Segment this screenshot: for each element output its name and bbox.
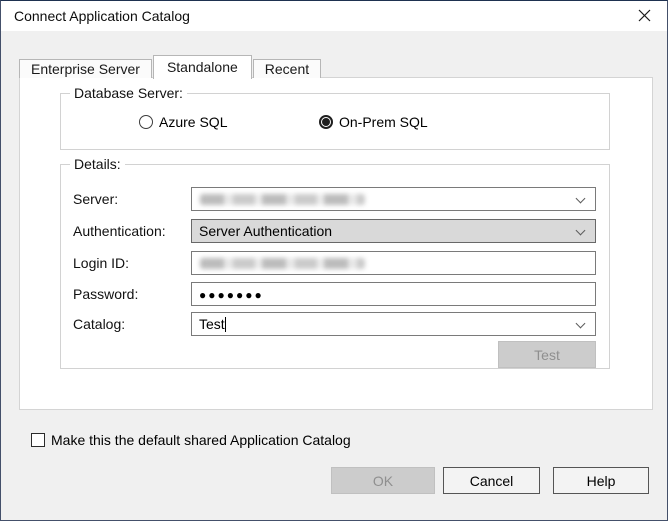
- authentication-chevron-down-icon[interactable]: [576, 226, 586, 236]
- password-masked-value: ●●●●●●●: [199, 288, 264, 302]
- dialog-title: Connect Application Catalog: [14, 1, 190, 31]
- authentication-dropdown[interactable]: Server Authentication: [191, 219, 596, 243]
- tab-enterprise-server[interactable]: Enterprise Server: [19, 59, 152, 78]
- password-label: Password:: [73, 282, 188, 306]
- server-combobox[interactable]: [191, 187, 596, 211]
- radio-onprem-sql[interactable]: On-Prem SQL: [319, 114, 428, 130]
- tab-strip: Enterprise Server Standalone Recent: [19, 54, 322, 78]
- server-chevron-down-icon[interactable]: [576, 194, 586, 204]
- login-id-label: Login ID:: [73, 251, 188, 275]
- close-button[interactable]: [622, 1, 667, 30]
- radio-onprem-sql-circle-icon: [319, 115, 333, 129]
- catalog-value: Test: [199, 316, 225, 332]
- catalog-label: Catalog:: [73, 312, 188, 336]
- tab-recent[interactable]: Recent: [253, 59, 321, 78]
- title-bar: Connect Application Catalog: [1, 1, 667, 31]
- catalog-combobox[interactable]: Test: [191, 312, 596, 336]
- login-id-redacted-value: [200, 258, 365, 269]
- password-input[interactable]: ●●●●●●●: [191, 282, 596, 306]
- radio-azure-sql-circle-icon: [139, 115, 153, 129]
- details-legend: Details:: [70, 156, 125, 173]
- database-server-groupbox: Database Server: Azure SQL On-Prem SQL: [60, 93, 610, 150]
- connect-application-catalog-dialog: Connect Application Catalog Enterprise S…: [0, 0, 668, 521]
- login-id-input[interactable]: [191, 251, 596, 275]
- catalog-chevron-down-icon[interactable]: [576, 319, 586, 329]
- tab-standalone[interactable]: Standalone: [153, 55, 252, 79]
- server-redacted-value: [200, 194, 365, 205]
- radio-azure-sql-label: Azure SQL: [159, 114, 227, 130]
- radio-onprem-sql-label: On-Prem SQL: [339, 114, 428, 130]
- cancel-button[interactable]: Cancel: [443, 467, 540, 494]
- authentication-label: Authentication:: [73, 219, 188, 243]
- default-catalog-checkbox-label: Make this the default shared Application…: [51, 432, 351, 448]
- database-server-legend: Database Server:: [70, 85, 187, 102]
- radio-azure-sql[interactable]: Azure SQL: [139, 114, 227, 130]
- text-caret: [225, 317, 226, 332]
- test-button[interactable]: Test: [498, 341, 596, 368]
- checkbox-unchecked-icon[interactable]: [31, 433, 45, 447]
- authentication-value: Server Authentication: [199, 223, 332, 239]
- close-icon: [638, 9, 651, 22]
- default-catalog-checkbox-row[interactable]: Make this the default shared Application…: [31, 432, 351, 448]
- ok-button[interactable]: OK: [331, 467, 435, 494]
- help-button[interactable]: Help: [553, 467, 649, 494]
- server-label: Server:: [73, 187, 188, 211]
